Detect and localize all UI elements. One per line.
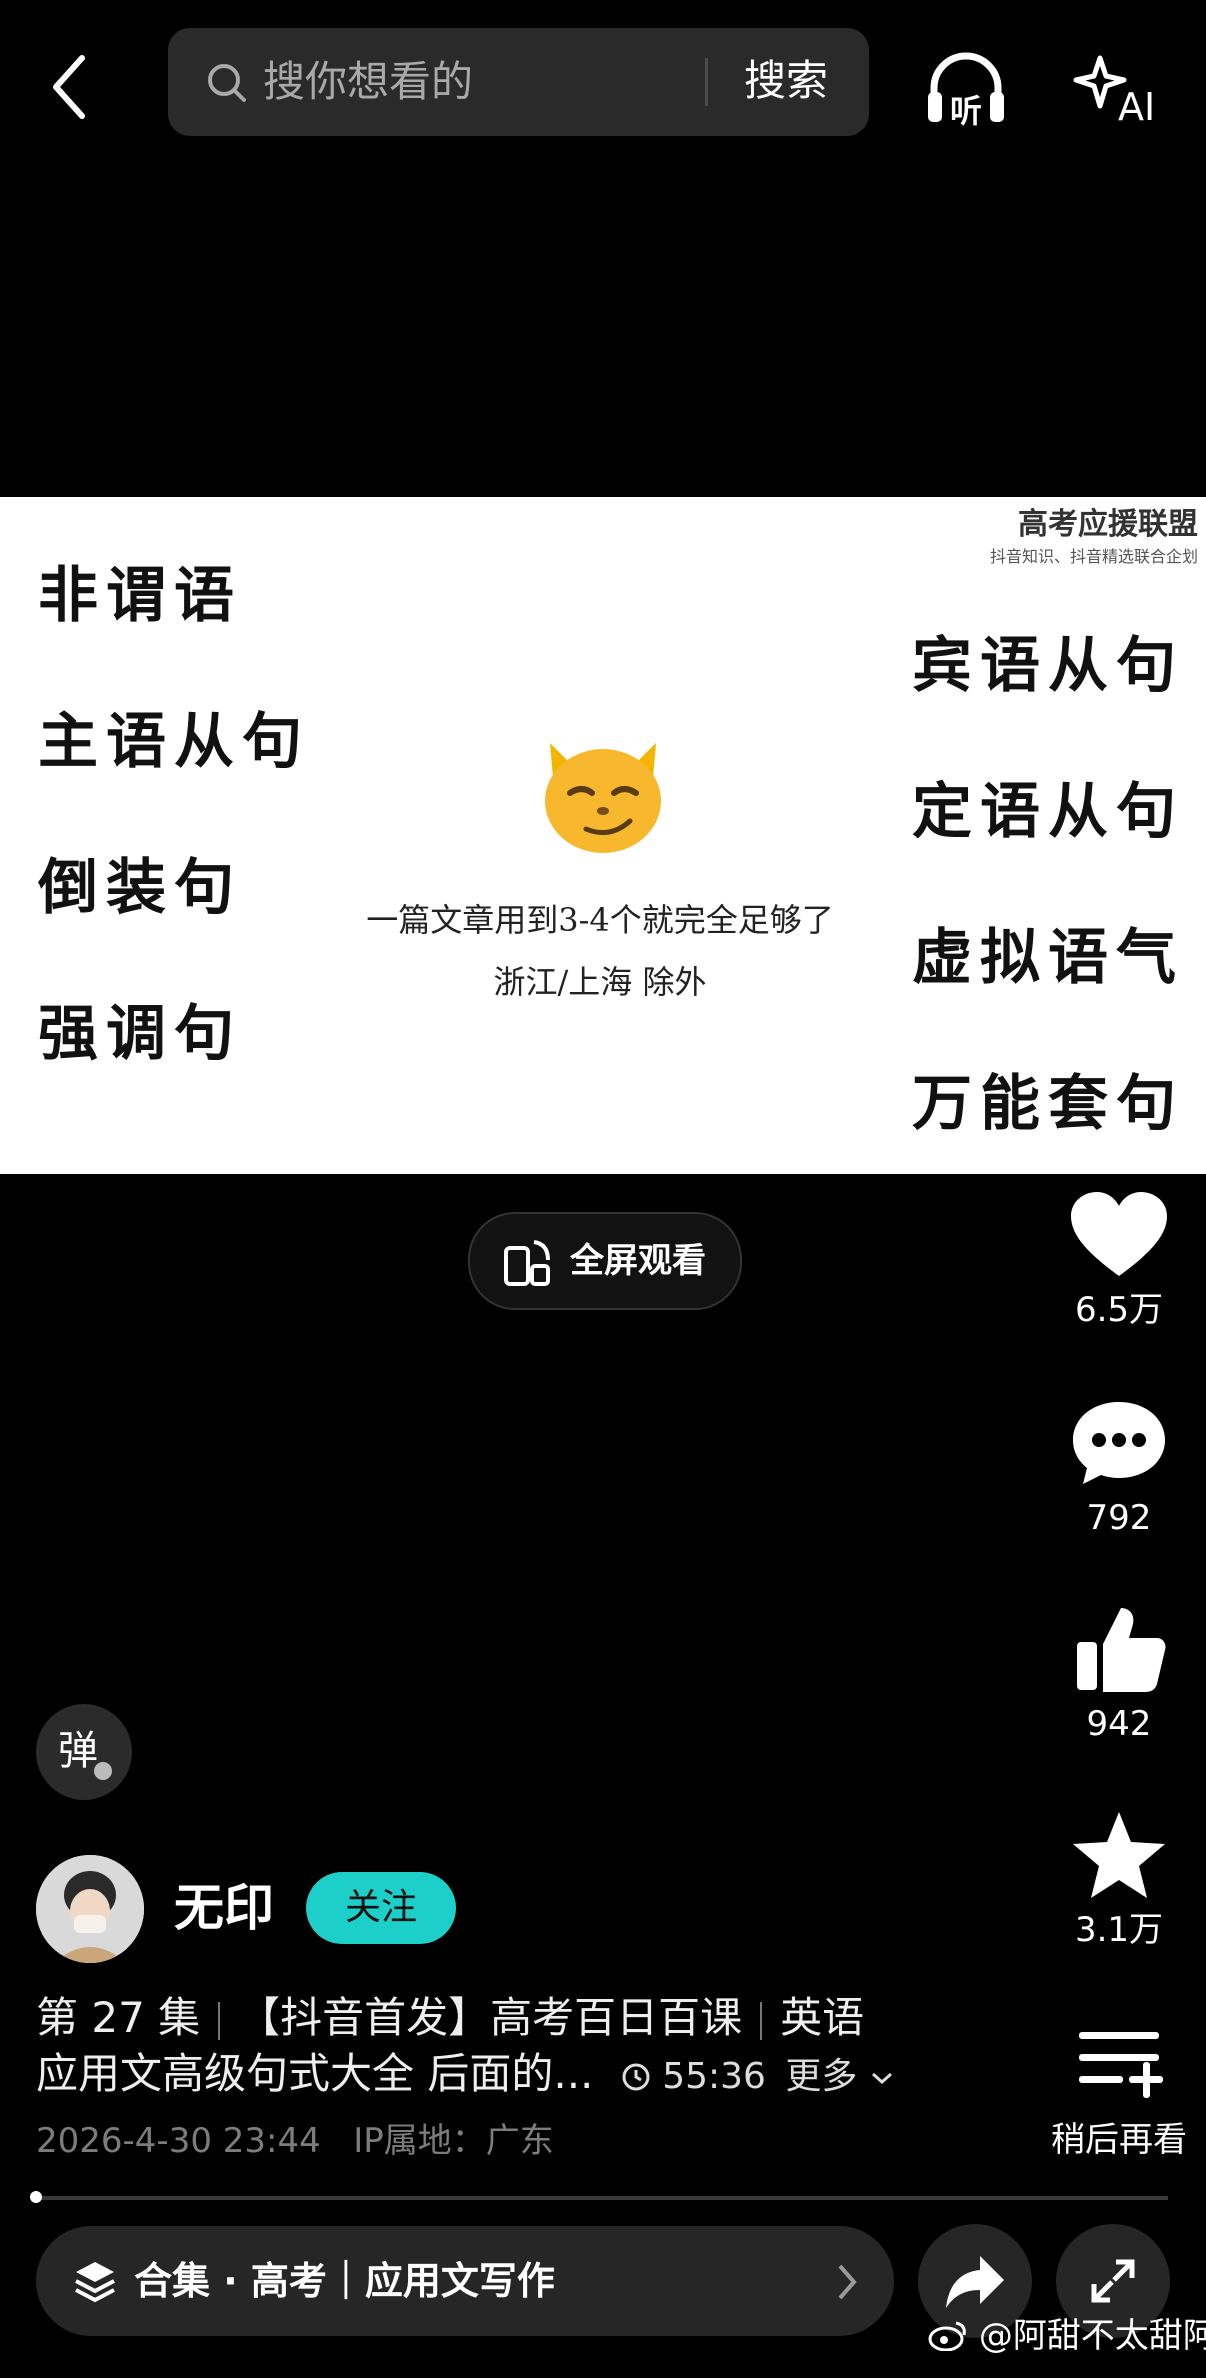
chevron-right-icon xyxy=(838,2264,857,2300)
comment-count: 792 xyxy=(1086,1498,1152,1538)
search-input[interactable]: 搜你想看的 xyxy=(263,56,473,108)
right-item: 虚拟语气 xyxy=(912,923,1184,993)
weibo-watermark: @阿甜不太甜阿 xyxy=(928,2312,1206,2360)
recommend-count: 942 xyxy=(1086,1704,1152,1744)
video-watermark: 高考应援联盟 抖音知识、抖音精选联合企划 xyxy=(990,499,1198,567)
search-button[interactable]: 搜索 xyxy=(744,54,828,108)
right-item: 万能套句 xyxy=(912,1069,1184,1139)
fullscreen-button[interactable]: 全屏观看 xyxy=(468,1212,742,1310)
listen-label: 听 xyxy=(950,92,982,128)
more-button[interactable]: 更多 xyxy=(785,2056,894,2097)
back-arrow-icon[interactable] xyxy=(38,52,108,122)
title-divider xyxy=(760,2001,763,2040)
note-line-1: 一篇文章用到3-4个就完全足够了 xyxy=(366,901,834,939)
ai-assistant-icon[interactable]: AI xyxy=(1070,50,1170,126)
watch-later-icon xyxy=(1079,2032,1163,2098)
collection-label: 合集 · 高考｜应用文写作 xyxy=(134,2259,555,2303)
fullscreen-label: 全屏观看 xyxy=(570,1241,706,1281)
search-icon xyxy=(208,64,246,102)
title-part-1: 【抖音首发】高考百日百课 xyxy=(238,1993,743,2042)
ip-location: IP属地：广东 xyxy=(353,2121,554,2161)
star-icon xyxy=(1073,1812,1165,1898)
follow-button[interactable]: 关注 xyxy=(306,1872,456,1944)
thumbs-up-icon xyxy=(1077,1608,1166,1692)
danmu-label: 弹 xyxy=(58,1728,98,1774)
ai-label: AI xyxy=(1118,85,1155,126)
watermark-brand: 高考应援联盟 xyxy=(1018,507,1198,542)
progress-bar[interactable] xyxy=(30,2191,1168,2203)
chevron-down-icon xyxy=(871,2072,892,2085)
left-item: 非谓语 xyxy=(38,561,242,631)
heart-icon xyxy=(1071,1192,1167,1276)
author-avatar[interactable] xyxy=(36,1855,144,1963)
left-item: 强调句 xyxy=(38,999,242,1069)
video-title-line-1[interactable]: 第 27 集【抖音首发】高考百日百课 英语 xyxy=(36,1990,864,2046)
left-item: 倒装句 xyxy=(38,853,242,923)
favorite-button[interactable]: 3.1万 xyxy=(1060,1810,1178,1952)
episode-label: 第 27 集 xyxy=(36,1993,201,2042)
rotate-phone-icon xyxy=(504,1240,550,1286)
watch-later-button[interactable]: 稍后再看 xyxy=(1044,2024,1194,2162)
title-divider xyxy=(218,2001,221,2040)
left-item: 主语从句 xyxy=(38,707,310,777)
like-button[interactable]: 6.5万 xyxy=(1060,1190,1178,1332)
title-part-2: 英语 xyxy=(780,1993,865,2042)
search-divider xyxy=(705,58,708,106)
note-line-2: 浙江/上海 除外 xyxy=(493,963,707,1001)
like-count: 6.5万 xyxy=(1074,1290,1164,1330)
watch-later-label: 稍后再看 xyxy=(1051,2120,1187,2160)
video-frame[interactable]: 高考应援联盟 抖音知识、抖音精选联合企划 非谓语 主语从句 倒装句 强调句 宾语… xyxy=(0,497,1206,1174)
title-line-2-text: 应用文高级句式大全 后面的... xyxy=(36,2049,594,2098)
author-name[interactable]: 无印 xyxy=(174,1876,274,1940)
weibo-handle: @阿甜不太甜阿 xyxy=(978,2316,1206,2356)
video-title-line-2[interactable]: 应用文高级句式大全 后面的... 55:36 更多 xyxy=(36,2046,895,2105)
collection-bar[interactable]: 合集 · 高考｜应用文写作 xyxy=(36,2226,894,2336)
watermark-sub: 抖音知识、抖音精选联合企划 xyxy=(989,547,1198,566)
right-item: 宾语从句 xyxy=(912,631,1184,701)
comment-button[interactable]: 792 xyxy=(1060,1398,1178,1540)
search-bar[interactable]: 搜你想看的 搜索 xyxy=(168,28,869,136)
listen-headphones-icon[interactable]: 听 xyxy=(924,48,1008,128)
duration: 55:36 xyxy=(621,2056,778,2097)
danmu-toggle-dot xyxy=(94,1762,112,1780)
clock-icon xyxy=(622,2063,650,2091)
publish-datetime: 2026-4-30 23:44 xyxy=(36,2121,321,2161)
comment-icon xyxy=(1073,1402,1165,1484)
duration-text: 55:36 xyxy=(662,2056,766,2097)
video-meta: 2026-4-30 23:44 IP属地：广东 xyxy=(36,2118,554,2164)
more-label: 更多 xyxy=(785,2056,858,2097)
smirking-cat-icon xyxy=(545,743,661,853)
avatar-image xyxy=(36,1855,144,1963)
layers-icon xyxy=(75,2262,115,2303)
favorite-count: 3.1万 xyxy=(1074,1910,1164,1950)
weibo-icon xyxy=(928,2321,966,2352)
right-item: 定语从句 xyxy=(912,777,1184,847)
recommend-button[interactable]: 942 xyxy=(1060,1604,1178,1746)
progress-handle[interactable] xyxy=(30,2191,42,2203)
danmu-toggle[interactable]: 弹 xyxy=(36,1704,132,1800)
